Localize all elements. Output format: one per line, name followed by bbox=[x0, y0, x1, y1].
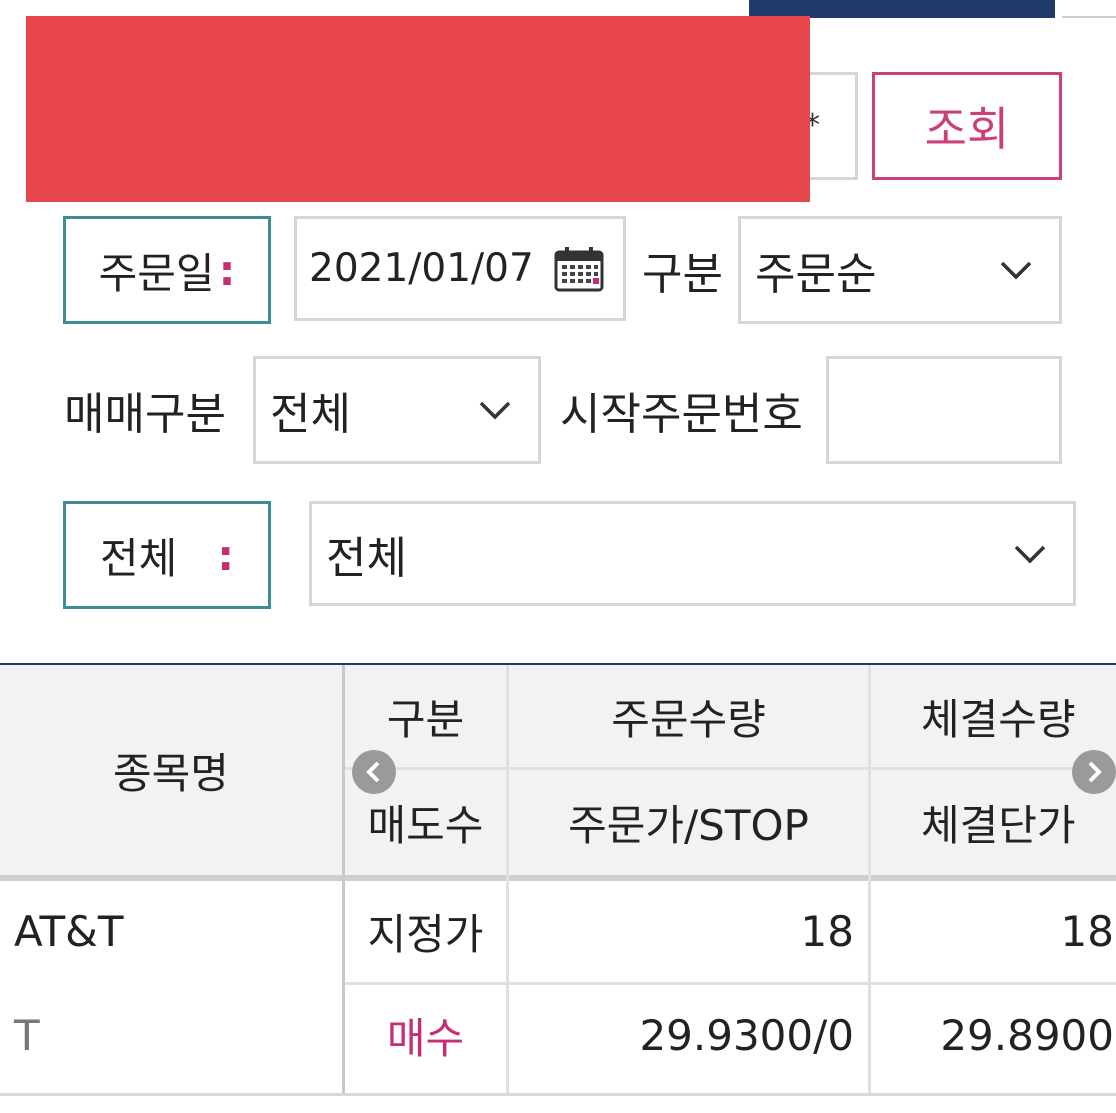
top-divider bbox=[1062, 16, 1116, 18]
stock-ticker: T bbox=[14, 1010, 40, 1060]
header-stock-name: 종목명 bbox=[113, 748, 229, 798]
filter-select[interactable]: 전체 bbox=[309, 501, 1076, 606]
sort-label: 구분 bbox=[642, 249, 723, 300]
filter-tag-label: 전체 bbox=[99, 533, 178, 583]
scroll-left-button[interactable] bbox=[352, 750, 396, 794]
stock-name[interactable]: AT&T bbox=[14, 881, 334, 982]
sort-selected-value: 주문순 bbox=[755, 249, 877, 300]
tag-colon: : bbox=[217, 530, 235, 580]
search-button[interactable]: 조회 bbox=[872, 72, 1062, 180]
chevron-down-icon bbox=[479, 401, 511, 420]
sort-select[interactable]: 주문순 bbox=[738, 216, 1062, 324]
trade-type-selected-value: 전체 bbox=[270, 389, 351, 440]
chevron-down-icon bbox=[1000, 261, 1032, 280]
trade-type-select[interactable]: 전체 bbox=[253, 356, 541, 464]
trade-type-label: 매매구분 bbox=[64, 389, 226, 440]
chevron-left-icon bbox=[366, 761, 380, 783]
order-type-cell: 지정가 bbox=[367, 910, 484, 959]
order-qty-cell: 18 bbox=[800, 907, 854, 956]
filter-selected-value: 전체 bbox=[326, 532, 407, 584]
side-cell: 매수 bbox=[386, 1013, 465, 1063]
order-price-cell: 29.9300/0 bbox=[639, 1010, 854, 1060]
order-date-value: 2021/01/07 bbox=[309, 246, 534, 291]
header-order-qty: 주문수량 bbox=[611, 694, 766, 744]
header-order-price: 주문가/STOP bbox=[568, 801, 809, 850]
table-bottom-border bbox=[0, 1093, 1116, 1096]
header-fill-qty: 체결수량 bbox=[921, 694, 1076, 744]
chevron-down-icon bbox=[1014, 545, 1046, 563]
tag-colon: : bbox=[218, 245, 236, 295]
redacted-account-area bbox=[26, 16, 810, 202]
order-date-tag: 주문일: bbox=[63, 216, 271, 324]
fill-qty-cell: 18 bbox=[1060, 907, 1114, 956]
fill-price-cell: 29.8900 bbox=[940, 1010, 1114, 1060]
filter-tag: 전체: bbox=[63, 501, 271, 609]
start-order-no-label: 시작주문번호 bbox=[560, 389, 803, 440]
chevron-right-icon bbox=[1088, 761, 1102, 783]
calendar-icon[interactable] bbox=[554, 246, 604, 292]
scroll-right-button[interactable] bbox=[1072, 750, 1116, 794]
order-date-tag-label: 주문일 bbox=[98, 248, 215, 298]
order-date-field[interactable]: 2021/01/07 bbox=[294, 216, 626, 321]
start-order-no-input[interactable] bbox=[826, 356, 1062, 464]
